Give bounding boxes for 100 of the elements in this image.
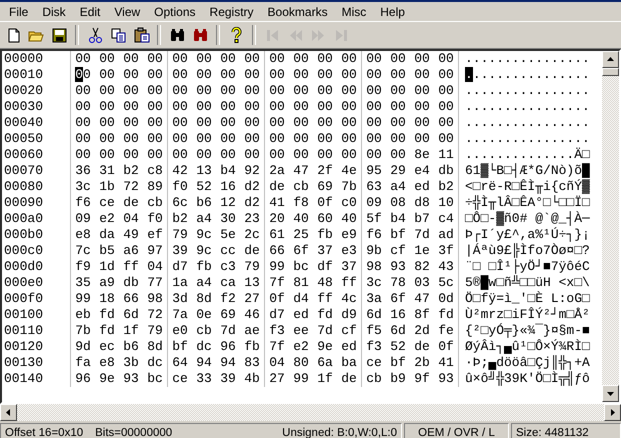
menu-item[interactable]: Help (373, 4, 412, 18)
hex-byte[interactable]: 1a (168, 275, 192, 291)
hex-byte[interactable]: b9 (386, 371, 410, 387)
hex-byte[interactable]: ff (337, 275, 361, 291)
hex-byte[interactable]: 80 (289, 355, 313, 371)
hex-byte[interactable]: 1d (95, 259, 119, 275)
hex-byte[interactable]: 30 (216, 211, 240, 227)
hex-byte[interactable]: 78 (386, 275, 410, 291)
hex-byte[interactable]: 00 (434, 67, 458, 83)
hex-byte[interactable]: 09 (71, 211, 95, 227)
hex-byte[interactable]: a4 (192, 275, 216, 291)
hex-byte[interactable]: cb (143, 195, 167, 211)
hex-byte[interactable]: ff (119, 259, 143, 275)
hex-byte[interactable]: a4 (386, 179, 410, 195)
hex-byte[interactable]: 79 (240, 259, 264, 275)
hex-byte[interactable]: 1f (313, 371, 337, 387)
hex-byte[interactable]: fd (95, 323, 119, 339)
hex-byte[interactable]: 00 (337, 67, 361, 83)
hex-byte[interactable]: 7c (71, 243, 95, 259)
hex-byte[interactable]: 00 (119, 115, 143, 131)
hex-byte[interactable]: b5 (95, 243, 119, 259)
hex-byte[interactable]: 00 (119, 147, 143, 163)
hex-byte[interactable]: 03 (410, 275, 434, 291)
hex-byte[interactable]: 00 (337, 83, 361, 99)
hex-byte[interactable]: db (119, 275, 143, 291)
hex-byte[interactable]: 00 (95, 115, 119, 131)
hex-byte[interactable]: b2 (434, 179, 458, 195)
hex-byte[interactable]: bf (168, 339, 192, 355)
hex-byte[interactable]: 48 (313, 275, 337, 291)
hex-byte[interactable]: 00 (410, 67, 434, 83)
hex-byte[interactable]: 00 (434, 115, 458, 131)
copy-icon[interactable] (110, 26, 126, 44)
hex-byte[interactable]: 00 (192, 99, 216, 115)
hex-byte[interactable]: ed (337, 339, 361, 355)
hex-byte[interactable]: b6 (119, 339, 143, 355)
hex-byte[interactable]: 00 (434, 83, 458, 99)
hex-byte[interactable]: 40 (289, 211, 313, 227)
hex-byte[interactable]: 41 (434, 355, 458, 371)
hex-byte[interactable]: 95 (362, 163, 386, 179)
hex-byte[interactable]: 00 (192, 51, 216, 67)
binoculars-icon[interactable] (168, 26, 186, 44)
hex-byte[interactable]: 00 (289, 83, 313, 99)
hex-byte[interactable]: f5 (362, 323, 386, 339)
hex-byte[interactable]: 00 (313, 147, 337, 163)
hex-byte[interactable]: 00 (434, 51, 458, 67)
hex-byte[interactable]: 7f (265, 275, 289, 291)
hex-byte[interactable]: 12 (216, 195, 240, 211)
hex-byte[interactable]: 04 (119, 211, 143, 227)
hex-byte[interactable]: ce (362, 355, 386, 371)
hex-byte[interactable]: 00 (240, 51, 264, 67)
hex-byte[interactable]: 23 (240, 211, 264, 227)
hex-byte[interactable]: 00 (119, 83, 143, 99)
hex-byte[interactable]: 00 (313, 67, 337, 83)
hex-byte[interactable]: 00 (337, 131, 361, 147)
hex-byte[interactable]: 00 (216, 147, 240, 163)
hex-byte[interactable]: 8e (410, 147, 434, 163)
hex-byte[interactable]: 00 (143, 99, 167, 115)
hex-byte[interactable]: cf (386, 243, 410, 259)
hex-byte[interactable]: 00 (313, 99, 337, 115)
hex-byte[interactable]: 00 (216, 131, 240, 147)
hex-byte[interactable]: db (434, 163, 458, 179)
hex-byte[interactable]: ae (240, 323, 264, 339)
hex-byte[interactable]: 00 (143, 131, 167, 147)
hex-byte[interactable]: d2 (240, 195, 264, 211)
hex-byte[interactable]: 3f (434, 243, 458, 259)
hex-byte[interactable]: 0e (192, 307, 216, 323)
hex-byte[interactable]: 00 (119, 99, 143, 115)
hex-byte[interactable]: 35 (71, 275, 95, 291)
hex-byte[interactable]: 00 (386, 83, 410, 99)
hex-byte[interactable]: 00 (337, 115, 361, 131)
hex-byte[interactable]: e0 (168, 323, 192, 339)
hex-byte[interactable]: 29 (386, 163, 410, 179)
ascii-text[interactable]: ................ (459, 83, 590, 99)
hex-byte[interactable]: e2 (289, 339, 313, 355)
hex-byte[interactable]: da (95, 227, 119, 243)
hex-byte[interactable]: 00 (71, 99, 95, 115)
hex-byte[interactable]: 37 (313, 243, 337, 259)
hex-byte[interactable]: 72 (119, 179, 143, 195)
hex-byte[interactable]: bc (289, 259, 313, 275)
hex-byte[interactable]: 00 (168, 83, 192, 99)
scroll-down-button[interactable] (602, 385, 619, 402)
hex-byte[interactable]: 00 (265, 131, 289, 147)
hex-byte[interactable]: 00 (119, 131, 143, 147)
hex-byte[interactable]: 00 (216, 115, 240, 131)
hex-byte[interactable]: 00 (386, 115, 410, 131)
hex-byte[interactable]: 00 (313, 51, 337, 67)
hex-byte[interactable]: 00 (216, 67, 240, 83)
hex-byte[interactable]: 3c (71, 179, 95, 195)
hex-byte[interactable]: 00 (313, 115, 337, 131)
hex-byte[interactable]: 6d (119, 307, 143, 323)
hex-byte[interactable]: 96 (216, 339, 240, 355)
hex-byte[interactable]: 00 (265, 67, 289, 83)
hex-byte[interactable]: 00 (192, 115, 216, 131)
hex-byte[interactable]: 4e (337, 163, 361, 179)
hex-byte[interactable]: 10 (434, 195, 458, 211)
scroll-up-button[interactable] (602, 51, 619, 68)
hex-byte[interactable]: 00 (143, 83, 167, 99)
hex-byte[interactable]: 99 (71, 291, 95, 307)
hex-byte[interactable]: e3 (337, 243, 361, 259)
hex-byte[interactable]: 6a (313, 355, 337, 371)
